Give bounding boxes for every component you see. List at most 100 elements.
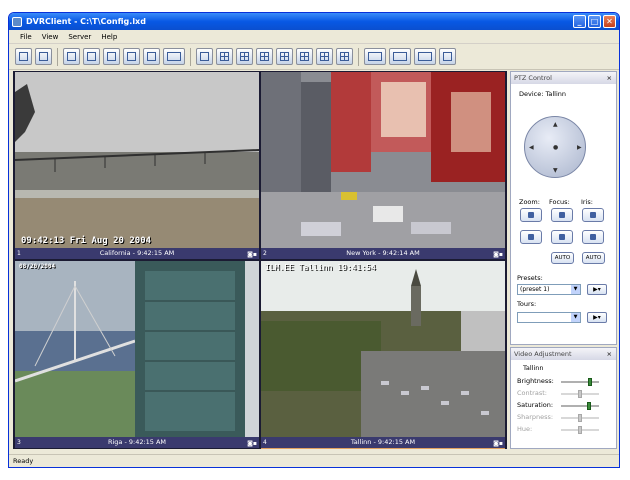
camera-status-icons: ◙▪: [493, 440, 503, 447]
iris-close-button[interactable]: [582, 230, 604, 244]
camera-number: 2: [263, 250, 267, 257]
camera-caption: New York - 9:42:14 AM: [346, 249, 420, 257]
slider-thumb: [578, 414, 582, 422]
camera-tile-tallinn[interactable]: ILM.EE Tallinn 19:41:54 4 Tallinn - 9:42…: [261, 261, 505, 449]
close-button[interactable]: ✕: [603, 15, 616, 28]
layout-10-icon[interactable]: [296, 48, 313, 65]
ptz-panel-close-icon[interactable]: ×: [607, 72, 612, 84]
dvr-client-window: DVRClient - C:\T\Config.lxd _ □ ✕ File V…: [8, 12, 620, 468]
toolbar: [9, 44, 619, 70]
camera-caption-bar: 3 Riga - 9:42:15 AM ◙▪: [15, 437, 259, 448]
minimize-button[interactable]: _: [573, 15, 586, 28]
zoom-label: Zoom:: [519, 198, 540, 206]
windows-icon[interactable]: [439, 48, 456, 65]
camera-status-icons: ◙▪: [493, 251, 503, 258]
presets-select[interactable]: (preset 1) ▼: [517, 284, 581, 295]
tour-start-button[interactable]: ▶▾: [587, 312, 607, 323]
camera-tile-california[interactable]: 09:42:13 Fri Aug 20 2004 1 California - …: [15, 72, 259, 260]
camera-tile-new-york[interactable]: 2 New York - 9:42:14 AM ◙▪: [261, 72, 505, 260]
brightness-slider[interactable]: [561, 378, 599, 386]
saturation-slider[interactable]: [561, 402, 599, 410]
layout-13-icon[interactable]: [316, 48, 333, 65]
iris-open-button[interactable]: [582, 208, 604, 222]
layout-4-icon[interactable]: [216, 48, 233, 65]
edit-icon[interactable]: [83, 48, 100, 65]
title-bar: DVRClient - C:\T\Config.lxd _ □ ✕: [9, 13, 619, 30]
menu-help[interactable]: Help: [96, 33, 122, 41]
focus-near-button[interactable]: [551, 208, 573, 222]
camera-status-icons: ◙▪: [247, 440, 257, 447]
motion-icon[interactable]: [414, 48, 436, 65]
layout-9-icon[interactable]: [256, 48, 273, 65]
camera-view[interactable]: 09:42:13 Fri Aug 20 2004: [15, 72, 259, 248]
camera-osd: 08/20/2004: [19, 263, 56, 270]
ptz-direction-pad[interactable]: ▲ ▼ ◀ ▶ ●: [524, 116, 586, 178]
layout-8-icon[interactable]: [276, 48, 293, 65]
export-icon[interactable]: [364, 48, 386, 65]
slider-thumb: [578, 426, 582, 434]
camera-number: 1: [17, 250, 21, 257]
preset-go-button[interactable]: ▶▾: [587, 284, 607, 295]
slider-thumb[interactable]: [588, 378, 592, 386]
contrast-slider: [561, 390, 599, 398]
camera-view[interactable]: 08/20/2004: [15, 261, 259, 437]
video-adjustment-title: Video Adjustment: [514, 350, 572, 358]
camera-view[interactable]: ILM.EE Tallinn 19:41:54: [261, 261, 505, 437]
presets-select-value: (preset 1): [520, 286, 550, 293]
maximize-button[interactable]: □: [588, 15, 601, 28]
properties-icon[interactable]: [63, 48, 80, 65]
camera-view[interactable]: [261, 72, 505, 248]
fullscreen-icon[interactable]: [143, 48, 160, 65]
chevron-down-icon[interactable]: ▼: [571, 285, 580, 294]
video-adjustment-close-icon[interactable]: ×: [607, 348, 612, 360]
pan-left-icon[interactable]: ◀: [529, 144, 534, 151]
camera-caption: California - 9:42:15 AM: [99, 249, 175, 257]
ptz-panel-title: PTZ Control: [514, 74, 552, 82]
hue-slider: [561, 426, 599, 434]
zoom-out-button[interactable]: [520, 230, 542, 244]
camera-icon[interactable]: [123, 48, 140, 65]
iris-label: Iris:: [581, 198, 593, 206]
pan-up-icon[interactable]: ▲: [553, 121, 558, 128]
iris-auto-button[interactable]: AUTO: [582, 252, 605, 264]
toolbar-separator: [57, 47, 58, 66]
save-icon[interactable]: [35, 48, 52, 65]
toolbar-separator: [190, 47, 191, 66]
ptz-panel-header: PTZ Control ×: [511, 72, 616, 84]
layout-16-icon[interactable]: [336, 48, 353, 65]
video-adjustment-header: Video Adjustment ×: [511, 348, 616, 360]
contrast-label: Contrast:: [517, 389, 547, 397]
menu-file[interactable]: File: [15, 33, 37, 41]
tours-select[interactable]: ▼: [517, 312, 581, 323]
layout-6-icon[interactable]: [236, 48, 253, 65]
tours-label: Tours:: [517, 300, 537, 308]
pan-home-icon[interactable]: ●: [553, 144, 558, 151]
menu-view[interactable]: View: [37, 33, 64, 41]
camera-tile-riga[interactable]: 08/20/2004 3 Riga - 9:42:15 AM ◙▪: [15, 261, 259, 449]
focus-far-button[interactable]: [551, 230, 573, 244]
slider-thumb[interactable]: [587, 402, 591, 410]
ptz-icon[interactable]: [389, 48, 411, 65]
menu-server[interactable]: Server: [63, 33, 96, 41]
main-content: 09:42:13 Fri Aug 20 2004 1 California - …: [13, 71, 617, 449]
presets-label: Presets:: [517, 274, 543, 282]
sharpness-slider: [561, 414, 599, 422]
camera-osd: ILM.EE Tallinn 19:41:54: [265, 263, 376, 272]
camera-caption-bar: 2 New York - 9:42:14 AM ◙▪: [261, 248, 505, 259]
brightness-label: Brightness:: [517, 377, 554, 385]
camera-status-icons: ◙▪: [247, 251, 257, 258]
camera-caption: Riga - 9:42:15 AM: [107, 438, 167, 446]
record-icon[interactable]: [103, 48, 120, 65]
camera-caption-bar: 4 Tallinn - 9:42:15 AM ◙▪: [261, 437, 505, 448]
open-icon[interactable]: [15, 48, 32, 65]
ptz-device-label: Device: Tallinn: [519, 90, 567, 98]
focus-auto-button[interactable]: AUTO: [551, 252, 574, 264]
pan-down-icon[interactable]: ▼: [553, 167, 558, 174]
chevron-down-icon[interactable]: ▼: [571, 313, 580, 322]
zoom-in-button[interactable]: [520, 208, 542, 222]
pan-right-icon[interactable]: ▶: [577, 144, 582, 151]
layout-1-icon[interactable]: [196, 48, 213, 65]
print-icon[interactable]: [163, 48, 185, 65]
camera-number: 3: [17, 439, 21, 446]
window-title: DVRClient - C:\T\Config.lxd: [26, 17, 146, 26]
